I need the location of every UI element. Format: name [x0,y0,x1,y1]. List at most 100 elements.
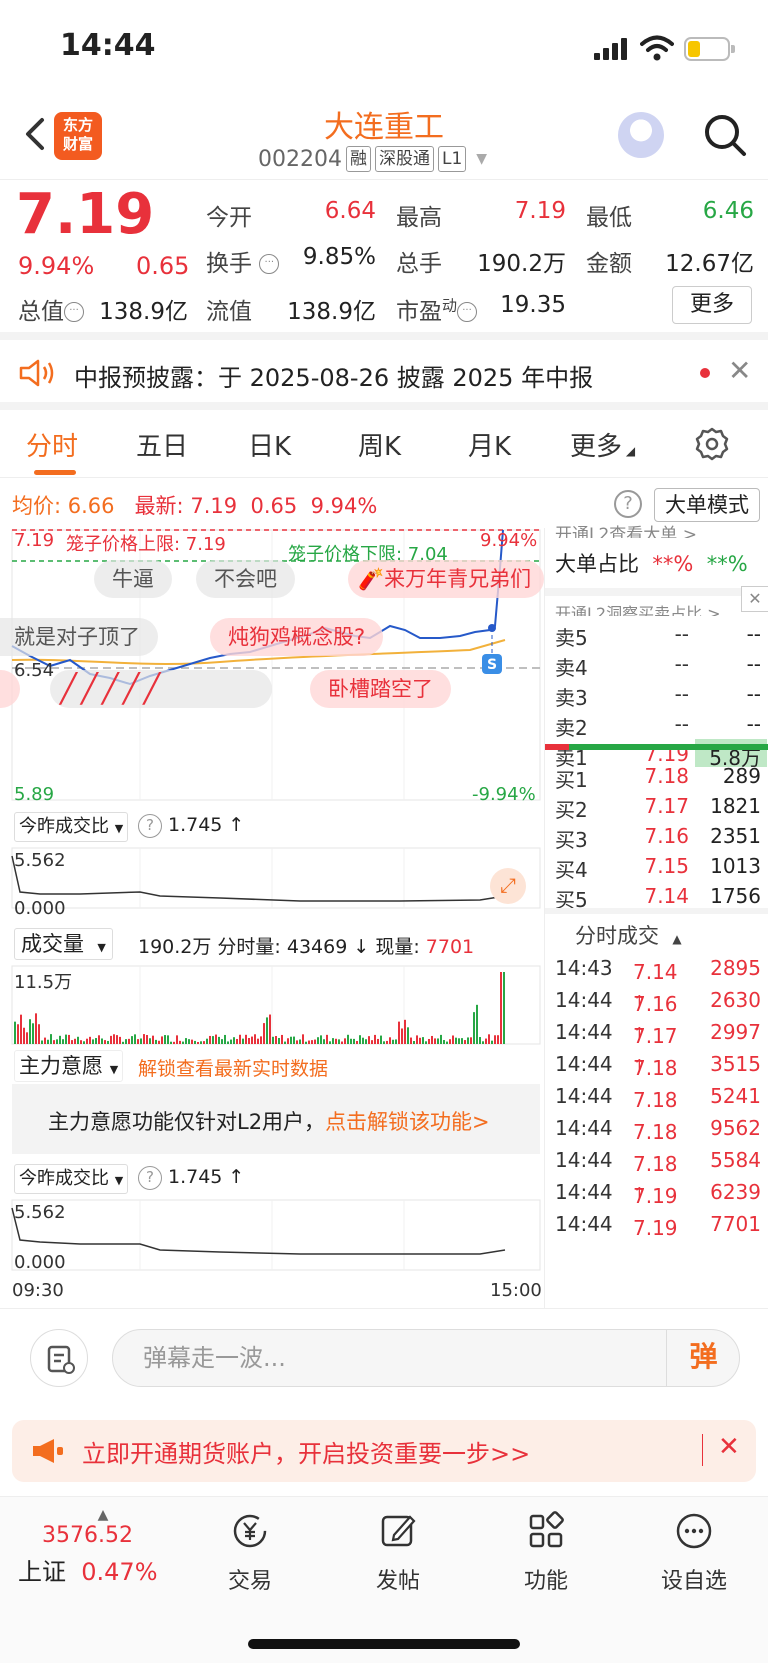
megaphone-icon [33,1439,63,1463]
index-name-pct: 上证 0.47% [18,1558,158,1586]
danmu-bubble: 牛逼 [94,560,172,598]
edit-icon [381,1515,416,1547]
ticks-title[interactable]: 分时成交 ▲ [575,920,682,950]
ask-row: 卖2 -- -- [555,712,761,740]
volume-max: 11.5万 [14,972,73,993]
nav-post[interactable]: 发帖 [338,1511,458,1595]
search-icon[interactable] [700,110,750,160]
close-icon[interactable]: ✕ [718,1432,740,1462]
dots-icon: ··· [64,302,84,322]
dots-icon: ··· [259,254,280,274]
tick-row: 14:43 7.14 2895 [555,956,761,984]
grid-icon [529,1511,564,1548]
volume-value: 190.2万 [477,251,566,277]
main-intent-notice: 主力意愿功能仅针对L2用户，点击解锁该功能> [48,1110,490,1134]
bid-row: 买4 7.15 1013 [555,854,761,882]
caret-up-icon: ▲ [97,1507,109,1523]
tab-five-day[interactable]: 五日 [136,426,188,463]
bid-ask-ratio-bar [545,744,768,750]
close-icon[interactable]: ✕ [741,586,768,612]
nav-watchlist[interactable]: 设自选 [634,1511,754,1595]
bid-row: 买3 7.16 2351 [555,824,761,852]
tag-connect: 深股通 [374,146,434,172]
futures-promo-banner[interactable]: 立即开通期货账户，开启投资重要一步>> ✕ [12,1420,756,1482]
unlock-realtime-link[interactable]: 解锁查看最新实时数据 [138,1054,328,1081]
low-value: 6.46 [702,198,754,224]
market-index-item[interactable]: ▲ 3576.52 上证 0.47% [18,1507,168,1587]
danmu-bubble: 就是对子顶了 [0,618,158,656]
ratio-selector-2[interactable]: 今昨成交比 ▼ [14,1164,129,1194]
lower-percent: -9.94% [472,784,536,805]
high-label: 最高 [396,205,442,231]
quote-panel: 7.19 9.94% 0.65 今开 6.64 最高 7.19 最低 6.46 … [0,180,768,340]
tag-level: L1 [437,146,467,172]
float-cap-value: 138.9亿 [287,299,376,325]
price-summary-row: 均价: 6.66 最新: 7.19 0.65 9.94% [12,494,378,518]
tab-intraday[interactable]: 分时 [26,426,78,463]
upper-limit-price: 7.19 [14,530,55,551]
volume-summary: 190.2万 分时量: 43469 ↓ 现量: 7701 [138,936,475,958]
status-bar: 14:44 [0,0,768,96]
ratio-max: 5.562 [14,850,66,871]
notice-text: 中报预披露：于 2025-08-26 披露 2025 年中报 [74,364,594,392]
tick-row: 14:44 7.18 ↑ 3515 [555,1052,761,1080]
robot-avatar-icon[interactable] [618,112,664,158]
ratio2-min: 0.000 [14,1252,66,1273]
tab-weekly-k[interactable]: 周K [358,426,401,463]
unlock-feature-link[interactable]: 点击解锁该功能> [325,1110,490,1134]
pe-label: 市盈动 ··· [396,292,478,326]
change-percent: 9.94% [18,252,95,280]
low-label: 最低 [586,205,632,231]
high-value: 7.19 [514,198,566,224]
send-danmu-button[interactable]: 弹 [666,1329,740,1387]
tab-more[interactable]: 更多 ◢ [570,426,635,463]
ratio-selector[interactable]: 今昨成交比 ▼ [14,812,129,842]
current-price: 7.19 [16,182,155,247]
tab-monthly-k[interactable]: 月K [468,426,511,463]
tab-daily-k[interactable]: 日K [248,426,291,463]
battery-icon [684,37,735,61]
big-ratio-row: 大单占比 **% **% [555,552,748,576]
danmu-settings-icon[interactable] [30,1329,88,1387]
yen-exchange-icon [233,1514,267,1548]
float-cap-label: 流值 [206,299,252,325]
stock-code: 002204 [258,146,342,172]
danmu-input[interactable]: 弹幕走一波... [112,1329,740,1387]
tick-row: 14:44 7.19 7701 [555,1212,761,1240]
firecracker-row-icon: ╱╱╱╱╱ [50,670,272,708]
prev-close-price: 6.54 [14,660,55,681]
help-icon[interactable]: ? [138,1166,162,1190]
volume-selector[interactable]: 成交量 ▼ [14,928,113,960]
status-time: 14:44 [60,28,156,63]
bid-row: 买2 7.17 1821 [555,794,761,822]
svg-text:S: S [487,657,497,673]
lower-limit-price: 5.89 [14,784,55,805]
danmu-bubble: 卧槽踏空了 [310,670,451,708]
stock-code-row[interactable]: 002204 融 深股通 L1 ▼ [258,144,487,174]
help-icon[interactable]: ? [614,490,642,518]
l2-insight-hint[interactable]: 开通L2洞察买卖占比 > [555,600,731,616]
signal-icon [594,38,628,60]
notice-bar[interactable]: 中报预披露：于 2025-08-26 披露 2025 年中报 ✕ [0,340,768,410]
nav-functions[interactable]: 功能 [486,1511,606,1595]
settings-gear-icon[interactable] [694,426,730,462]
main-intent-selector[interactable]: 主力意愿 ▼ [14,1050,124,1082]
divider [545,588,768,596]
open-label: 今开 [206,205,252,231]
index-value: 3576.52 [42,1523,133,1548]
tick-row: 14:44 7.16 ↑ 2630 [555,988,761,1016]
ratio-min: 0.000 [14,898,66,919]
big-order-mode-button[interactable]: 大单模式 [654,488,760,522]
help-icon[interactable]: ? [138,814,162,838]
close-icon[interactable]: ✕ [728,354,751,387]
expand-icon[interactable]: ⤢ [490,868,526,904]
tick-row: 14:44 7.18 5241 [555,1084,761,1112]
intraday-chart-area[interactable]: S 7.19 笼子价格上限: 7.19 9.94% 笼子价格下限: 7.04 6… [0,528,544,1308]
nav-trade[interactable]: 交易 [190,1511,310,1595]
wifi-icon [640,35,674,61]
tag-margin: 融 [345,146,371,172]
l2-big-order-hint[interactable]: 开通L2查看大单 > [555,520,755,538]
more-button[interactable]: 更多 [672,286,752,324]
tick-row: 14:44 7.18 9562 [555,1116,761,1144]
dots-icon: ··· [457,302,478,322]
